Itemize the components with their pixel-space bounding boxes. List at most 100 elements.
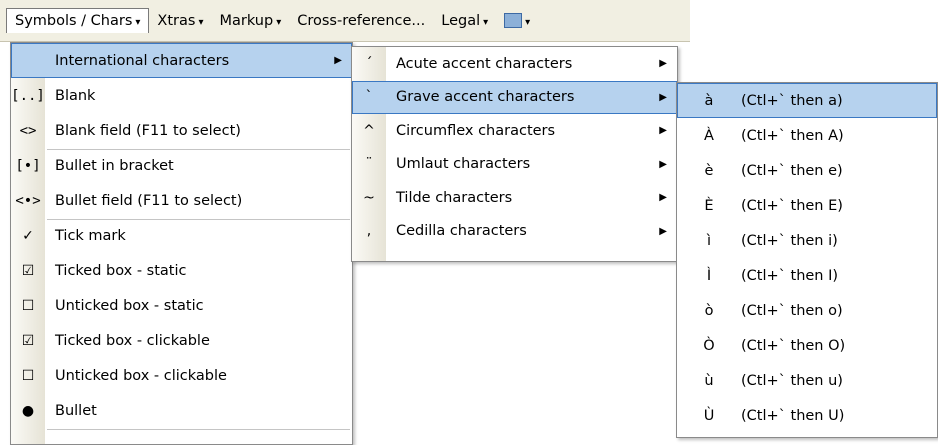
- menu-item-grave-char[interactable]: Ò (Ctl+` then O): [677, 328, 937, 363]
- menu-item-cedilla[interactable]: , Cedilla characters ▶: [352, 215, 677, 249]
- shortcut: (Ctl+` then u): [741, 372, 843, 389]
- acute-accent-icon: ´: [365, 55, 373, 72]
- symbols-chars-menu: International characters ▶ [..] Blank <>…: [10, 42, 353, 445]
- chevron-down-icon: ▾: [135, 17, 141, 28]
- menu-item-ticked-box-static[interactable]: ☑ Ticked box - static: [11, 253, 352, 288]
- menu-item-grave-char[interactable]: à (Ctl+` then a): [677, 83, 937, 118]
- cedilla-icon: ,: [366, 223, 372, 240]
- chevron-down-icon: ▾: [525, 16, 531, 28]
- menu-item-label: Cedilla characters: [396, 223, 527, 240]
- character: ì: [706, 232, 712, 249]
- shortcut: (Ctl+` then e): [741, 162, 843, 179]
- menu-item-label: Tilde characters: [396, 189, 513, 206]
- tilde-icon: ~: [363, 189, 375, 206]
- menu-book[interactable]: ▾: [496, 9, 538, 33]
- ticked-box-icon: ☑: [21, 262, 35, 279]
- menu-legal[interactable]: Legal ▾: [433, 9, 496, 33]
- menu-item-tilde[interactable]: ~ Tilde characters ▶: [352, 181, 677, 215]
- bullet-in-bracket-icon: [•]: [15, 157, 41, 174]
- shortcut: (Ctl+` then U): [741, 407, 845, 424]
- menu-item-ticked-box-clickable[interactable]: ☑ Ticked box - clickable: [11, 323, 352, 358]
- chevron-right-icon: ▶: [659, 192, 667, 204]
- chevron-right-icon: ▶: [659, 91, 667, 103]
- menu-item-grave-char[interactable]: Ì (Ctl+` then I): [677, 258, 937, 293]
- shortcut: (Ctl+` then i): [741, 232, 838, 249]
- shortcut: (Ctl+` then a): [741, 92, 843, 109]
- character: ò: [704, 302, 714, 319]
- chevron-down-icon: ▾: [483, 16, 489, 28]
- menu-item-bullet-in-bracket[interactable]: [•] Bullet in bracket: [11, 148, 352, 183]
- menu-item-blank[interactable]: [..] Blank: [11, 78, 352, 113]
- chevron-right-icon: ▶: [659, 125, 667, 137]
- ticked-box-clickable-icon: ☑: [21, 332, 35, 349]
- menu-item-grave-char[interactable]: ì (Ctl+` then i): [677, 223, 937, 258]
- international-characters-menu: ´ Acute accent characters ▶ ` Grave acce…: [351, 46, 678, 262]
- menu-item-label: Circumflex characters: [396, 122, 556, 139]
- unticked-box-icon: ☐: [21, 297, 35, 314]
- menu-item-label: Bullet: [55, 402, 97, 419]
- menu-separator: [47, 429, 350, 430]
- menu-symbols-chars[interactable]: Symbols / Chars ▾: [6, 8, 150, 33]
- menu-item-label: Bullet field (F11 to select): [55, 192, 243, 209]
- menu-item-grave-char[interactable]: ù (Ctl+` then u): [677, 363, 937, 398]
- menu-item-umlaut[interactable]: ¨ Umlaut characters ▶: [352, 148, 677, 182]
- menu-item-label: Tick mark: [55, 227, 126, 244]
- menu-symbols-chars-label: Symbols / Chars: [15, 13, 133, 29]
- menu-item-circumflex[interactable]: ^ Circumflex characters ▶: [352, 114, 677, 148]
- menu-item-label: Acute accent characters: [396, 55, 573, 72]
- book-icon: [504, 13, 523, 28]
- character: Ì: [706, 267, 712, 284]
- menu-xtras[interactable]: Xtras ▾: [149, 9, 211, 33]
- menu-item-grave-char[interactable]: è (Ctl+` then e): [677, 153, 937, 188]
- menu-item-bullet-field[interactable]: <•> Bullet field (F11 to select): [11, 183, 352, 218]
- unticked-box-clickable-icon: ☐: [21, 367, 35, 384]
- menu-item-label: Umlaut characters: [396, 156, 531, 173]
- menu-item-grave-char[interactable]: Ù (Ctl+` then U): [677, 398, 937, 433]
- character: À: [704, 127, 714, 144]
- bullet-field-icon: <•>: [15, 192, 41, 209]
- menu-item-acute[interactable]: ´ Acute accent characters ▶: [352, 47, 677, 81]
- menu-markup-label: Markup: [219, 12, 274, 29]
- menu-markup[interactable]: Markup ▾: [211, 9, 289, 33]
- menu-item-label: Unticked box - static: [55, 297, 204, 314]
- character: Ò: [703, 337, 715, 354]
- menu-item-label: Bullet in bracket: [55, 157, 174, 174]
- menu-item-label: Blank: [55, 87, 96, 104]
- menu-item-blank-field[interactable]: <> Blank field (F11 to select): [11, 113, 352, 148]
- menu-item-bullet[interactable]: ● Bullet: [11, 393, 352, 428]
- menu-cross-reference[interactable]: Cross-reference...: [289, 9, 433, 33]
- menu-xtras-label: Xtras: [157, 12, 196, 29]
- character: è: [704, 162, 714, 179]
- character: à: [704, 92, 714, 109]
- grave-accent-menu: à (Ctl+` then a) À (Ctl+` then A) è (Ctl+` …: [676, 82, 938, 438]
- menu-item-unticked-box-static[interactable]: ☐ Unticked box - static: [11, 288, 352, 323]
- menu-item-grave-char[interactable]: È (Ctl+` then E): [677, 188, 937, 223]
- menu-item-grave-char[interactable]: À (Ctl+` then A): [677, 118, 937, 153]
- menu-bar: Symbols / Chars ▾ Xtras ▾ Markup ▾ Cross-re…: [0, 0, 690, 42]
- umlaut-icon: ¨: [365, 156, 373, 173]
- menu-item-label: International characters: [55, 52, 230, 69]
- shortcut: (Ctl+` then I): [741, 267, 839, 284]
- chevron-down-icon: ▾: [198, 16, 204, 28]
- menu-item-label: Grave accent characters: [396, 89, 575, 106]
- menu-item-tick-mark[interactable]: ✓ Tick mark: [11, 218, 352, 253]
- menu-item-grave[interactable]: ` Grave accent characters ▶: [352, 80, 677, 114]
- shortcut: (Ctl+` then o): [741, 302, 843, 319]
- chevron-right-icon: ▶: [659, 158, 667, 170]
- shortcut: (Ctl+` then A): [741, 127, 844, 144]
- menu-legal-label: Legal: [441, 12, 481, 29]
- blank-field-icon: <>: [19, 122, 37, 139]
- menu-item-label: Ticked box - static: [55, 262, 187, 279]
- grave-accent-icon: `: [365, 89, 373, 106]
- menu-item-label: Ticked box - clickable: [55, 332, 210, 349]
- shortcut: (Ctl+` then O): [741, 337, 846, 354]
- menu-item-grave-char[interactable]: ò (Ctl+` then o): [677, 293, 937, 328]
- chevron-right-icon: ▶: [334, 55, 342, 66]
- menu-cross-reference-label: Cross-reference...: [297, 12, 426, 29]
- character: ù: [704, 372, 714, 389]
- menu-item-unticked-box-clickable[interactable]: ☐ Unticked box - clickable: [11, 358, 352, 393]
- bullet-icon: ●: [21, 402, 35, 419]
- blank-icon: [..]: [11, 87, 45, 104]
- menu-item-international-characters[interactable]: International characters ▶: [11, 43, 352, 78]
- chevron-right-icon: ▶: [659, 58, 667, 70]
